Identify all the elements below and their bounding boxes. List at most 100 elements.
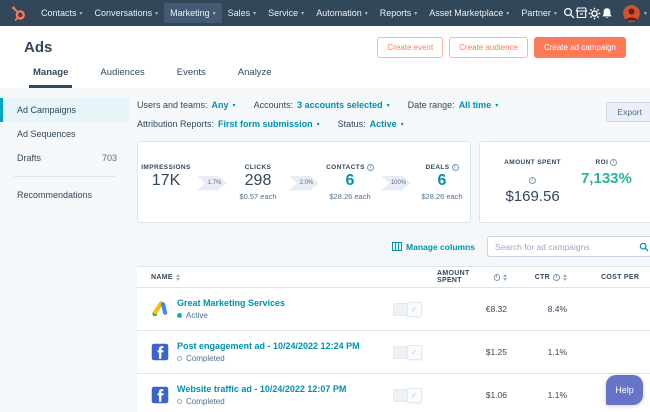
filter-status[interactable]: Status: Active ▾ [338, 119, 404, 129]
info-icon[interactable]: i [366, 163, 374, 171]
amount-spent-value: $1.06 [485, 390, 507, 400]
campaign-link[interactable]: Website traffic ad - 10/24/2022 12:07 PM [177, 384, 346, 394]
chevron-down-icon: ▾ [79, 10, 83, 17]
chevron-down-icon: ▾ [253, 10, 257, 17]
nav-item-service[interactable]: Service ▾ [262, 3, 310, 23]
stat-label: ROI [595, 159, 609, 166]
chevron-down-icon[interactable]: ▾ [644, 10, 647, 17]
stat-label: CONTACTS [326, 163, 365, 171]
filter-attribution-reports[interactable]: Attribution Reports: First form submissi… [137, 119, 320, 129]
chevron-down-icon: ▾ [400, 121, 404, 128]
search-icon[interactable] [563, 4, 575, 22]
info-icon[interactable]: i [553, 273, 560, 281]
info-icon[interactable]: i [610, 159, 618, 166]
check-icon: ✓ [406, 344, 422, 360]
column-header-amount-spent[interactable]: AMOUNT SPENT i [437, 270, 507, 284]
ctr-value: 8.4% [547, 304, 567, 314]
create-ad-campaign-button[interactable]: Create ad campaign [533, 37, 626, 58]
facebook-icon [151, 343, 169, 361]
nav-item-partner[interactable]: Partner ▾ [515, 3, 563, 23]
sidebar-item-ad-sequences[interactable]: Ad Sequences [0, 122, 129, 146]
chevron-down-icon: ▾ [495, 102, 499, 109]
chevron-down-icon: ▾ [364, 10, 368, 17]
main-panel: Users and teams: Any ▾ Accounts: 3 accou… [129, 88, 650, 412]
help-button[interactable]: Help [606, 375, 643, 405]
filter-value[interactable]: Any [212, 100, 229, 110]
manage-columns-link[interactable]: Manage columns [392, 242, 475, 252]
spend-card: AMOUNT SPENT i $169.56 ROI i 7,133% [479, 141, 650, 223]
tab-events[interactable]: Events [173, 67, 210, 88]
nav-item-conversations[interactable]: Conversations ▾ [89, 3, 165, 23]
nav-item-sales[interactable]: Sales ▾ [222, 3, 263, 23]
search-box [487, 236, 650, 257]
table-row: Post engagement ad - 10/24/2022 12:24 PM… [137, 331, 650, 374]
export-button[interactable]: Export [606, 102, 650, 122]
filter-value[interactable]: Active [370, 119, 397, 129]
tab-audiences[interactable]: Audiences [96, 67, 148, 88]
campaign-toggle[interactable]: ✓ [392, 387, 422, 403]
campaign-link[interactable]: Great Marketing Services [177, 298, 285, 308]
bell-icon[interactable] [601, 4, 613, 22]
page-title: Ads [24, 39, 53, 56]
create-event-button[interactable]: Create event [377, 37, 444, 58]
filter-users-teams[interactable]: Users and teams: Any ▾ [137, 100, 236, 110]
stat-clicks: CLICKS 298 $0.57 each [230, 164, 286, 201]
sort-icon [175, 273, 180, 281]
sidebar-item-drafts[interactable]: Drafts 703 [0, 146, 129, 170]
filter-value[interactable]: 3 accounts selected [297, 100, 383, 110]
chevron-down-icon: ▾ [386, 102, 390, 109]
campaigns-table: NAME AMOUNT SPENT i CTR i COST PER Great… [137, 266, 650, 412]
funnel-card: IMPRESSIONS 17K 1.7% CLICKS 298 $0.57 ea… [137, 141, 471, 223]
table-row: Great Marketing Services Active ✓ €8.32 … [137, 288, 650, 331]
nav-item-automation[interactable]: Automation ▾ [310, 3, 374, 23]
sidebar-item-label: Recommendations [17, 190, 93, 200]
manage-columns-label: Manage columns [406, 241, 475, 252]
hubspot-logo[interactable] [10, 5, 27, 22]
campaign-link[interactable]: Post engagement ad - 10/24/2022 12:24 PM [177, 341, 360, 351]
filter-label: Date range: [407, 100, 455, 110]
filter-label: Accounts: [253, 100, 294, 110]
search-input[interactable] [495, 241, 639, 252]
tab-manage[interactable]: Manage [29, 67, 73, 88]
nav-item-reports[interactable]: Reports ▾ [374, 3, 424, 23]
filter-value[interactable]: First form submission [218, 119, 313, 129]
column-header-ctr[interactable]: CTR i [507, 273, 567, 281]
marketplace-icon[interactable] [575, 4, 588, 22]
gear-icon[interactable] [588, 4, 601, 22]
create-audience-button[interactable]: Create audience [449, 37, 528, 58]
avatar[interactable] [622, 4, 640, 22]
nav-label: Automation [316, 8, 362, 18]
campaign-toggle[interactable]: ✓ [392, 344, 422, 360]
table-controls: Manage columns [137, 236, 650, 257]
chevron-down-icon: ▾ [232, 102, 236, 109]
filter-value[interactable]: All time [459, 100, 492, 110]
info-icon[interactable]: i [451, 163, 459, 171]
stat-contacts: CONTACTS i 6 $28.26 each [322, 163, 378, 201]
nav-label: Marketing [170, 8, 210, 18]
sidebar-item-recommendations[interactable]: Recommendations [0, 183, 129, 207]
nav-item-contacts[interactable]: Contacts ▾ [35, 3, 89, 23]
filter-date-range[interactable]: Date range: All time ▾ [408, 100, 499, 110]
filter-label: Users and teams: [137, 100, 208, 110]
filter-row-1: Users and teams: Any ▾ Accounts: 3 accou… [137, 100, 650, 110]
tab-analyze[interactable]: Analyze [234, 67, 276, 88]
sidebar-item-ad-campaigns[interactable]: Ad Campaigns [0, 98, 129, 122]
info-icon[interactable]: i [529, 177, 537, 184]
page-header: Ads Create event Create audience Create … [0, 26, 650, 58]
stat-label: AMOUNT SPENT [504, 159, 561, 166]
filter-accounts[interactable]: Accounts: 3 accounts selected ▾ [254, 100, 390, 110]
nav-item-marketing[interactable]: Marketing ▾ [164, 3, 222, 23]
search-icon[interactable] [639, 242, 649, 252]
status-dot-completed [177, 356, 182, 361]
column-header-cost-per[interactable]: COST PER [567, 274, 650, 281]
info-icon[interactable]: i [493, 273, 500, 281]
stat-value: 7,133% [580, 170, 632, 187]
conversion-rate: 2.0% [299, 180, 314, 186]
nav-item-asset-marketplace[interactable]: Asset Marketplace ▾ [423, 3, 515, 23]
campaign-toggle[interactable]: ✓ [392, 301, 422, 317]
chevron-down-icon: ▾ [414, 10, 418, 17]
status-dot-completed [177, 399, 182, 404]
conversion-arrow: 2.0% [289, 175, 319, 191]
stat-label: DEALS [425, 163, 450, 171]
column-header-name[interactable]: NAME [137, 273, 377, 281]
